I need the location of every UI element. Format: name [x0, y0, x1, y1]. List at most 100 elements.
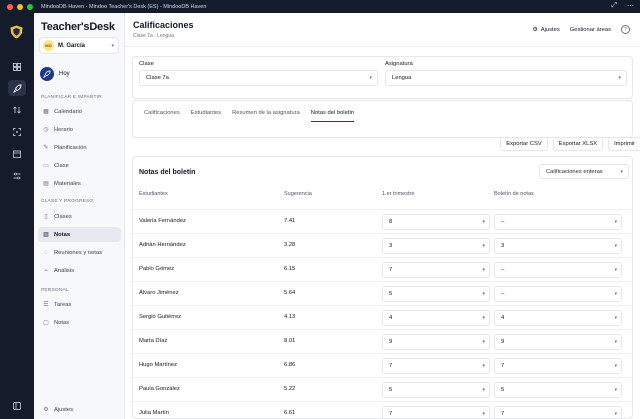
tab-subject-summary[interactable]: Resumen de la asignatura — [232, 110, 300, 122]
suggestion-value: 8.01 — [284, 338, 296, 344]
report-grade-select[interactable]: 7 ▾ — [494, 358, 622, 374]
chart-icon: ⌁ — [44, 268, 48, 274]
print-button[interactable]: Imprimir — [608, 137, 640, 151]
app-brand: Teacher'sDesk — [41, 21, 115, 33]
term1-value: 7 — [389, 363, 393, 369]
tab-report-grades[interactable]: Notas del boletín — [310, 110, 355, 122]
help-icon[interactable]: ? — [621, 25, 630, 34]
nav-label: Clase — [54, 162, 69, 169]
nav-meetings[interactable]: ◌ Reuniones y notas — [38, 245, 121, 260]
close-window-button[interactable] — [7, 3, 13, 10]
rail-calendar-icon[interactable] — [8, 146, 26, 162]
nav-planning[interactable]: ✎ Planificación — [38, 140, 121, 155]
nav-classes[interactable]: ▯ Clases — [38, 209, 121, 224]
tab-students[interactable]: Estudiantes — [191, 110, 221, 122]
subject-select-value: Lengua — [392, 75, 412, 81]
report-grade-select[interactable]: 7 ▾ — [494, 406, 622, 418]
term1-select[interactable]: 4 ▾ — [382, 310, 490, 326]
chevron-down-icon: ▾ — [111, 42, 114, 49]
nav-tasks[interactable]: ☰ Tareas — [38, 297, 121, 312]
report-grade-select[interactable]: 9 ▾ — [494, 334, 622, 350]
gear-icon: ⚙ — [43, 407, 49, 413]
rail-sliders-icon[interactable] — [8, 168, 26, 184]
rail-transfer-icon[interactable] — [8, 102, 26, 118]
nav-class[interactable]: ▭ Clase — [38, 158, 121, 173]
term1-select[interactable]: 8 ▾ — [382, 214, 490, 230]
nav-calendar[interactable]: ▦ Calendario — [38, 104, 121, 119]
suggestion-value: 6.86 — [284, 362, 296, 368]
chevron-down-icon: ▾ — [482, 339, 485, 345]
nav-grades[interactable]: ▥ Notas — [38, 227, 121, 242]
suggestion-value: 5.22 — [284, 386, 296, 392]
student-name: Sergio Gutiérrez — [139, 314, 182, 320]
note-icon: ▢ — [43, 320, 49, 326]
chevron-down-icon: ▾ — [614, 387, 617, 393]
term1-select[interactable]: 7 ▾ — [382, 262, 490, 278]
term1-value: 9 — [389, 339, 393, 345]
nav-analysis[interactable]: ⌁ Análisis — [38, 263, 121, 278]
section-plan-heading: PLANIFICAR E IMPARTIR — [41, 95, 102, 100]
chevron-down-icon: ▾ — [482, 411, 485, 417]
grade-mode-select[interactable]: Calificaciones enteras ▾ — [539, 164, 629, 179]
rail-scan-icon[interactable] — [8, 124, 26, 140]
suggestion-value: 5.64 — [284, 290, 296, 296]
page-header: Calificaciones Clase 7a · Lengua ⚙ Ajust… — [125, 13, 640, 47]
term1-select[interactable]: 9 ▾ — [382, 334, 490, 350]
rail-dashboard-icon[interactable] — [8, 59, 26, 75]
student-name: Adrián Hernández — [139, 242, 186, 248]
user-menu[interactable]: MG M. García ▾ — [39, 37, 119, 54]
tab-grades[interactable]: Calificaciones — [144, 110, 180, 122]
nav-settings[interactable]: ⚙ Ajustes — [38, 402, 121, 417]
settings-button[interactable]: ⚙ Ajustes — [533, 27, 560, 33]
report-grade-select[interactable]: – ▾ — [494, 214, 622, 230]
minimize-window-button[interactable] — [17, 3, 23, 10]
chevron-down-icon: ▾ — [614, 267, 617, 273]
maximize-window-button[interactable] — [27, 3, 33, 10]
report-grade-select[interactable]: 5 ▾ — [494, 382, 622, 398]
nav-label: Reuniones y notas — [54, 249, 103, 256]
more-icon[interactable]: ⋯ — [627, 2, 634, 10]
nav-schedule[interactable]: ◷ Horario — [38, 122, 121, 137]
nav-label: Horario — [54, 126, 74, 133]
class-filter-label: Clase — [139, 61, 154, 67]
rail-collapse-icon[interactable] — [8, 398, 26, 414]
report-grade-select[interactable]: – ▾ — [494, 286, 622, 302]
term1-value: 7 — [389, 411, 393, 417]
nav-materials[interactable]: ▤ Materiales — [38, 176, 121, 191]
report-grade-select[interactable]: – ▾ — [494, 262, 622, 278]
term1-value: 5 — [389, 387, 393, 393]
chevron-down-icon: ▾ — [614, 339, 617, 345]
edit-icon: ✎ — [43, 145, 49, 151]
export-csv-button[interactable]: Exportar CSV — [500, 137, 548, 151]
manage-areas-button[interactable]: Gestionar áreas — [570, 27, 611, 33]
table-row: Hugo Martínez 6.86 7 ▾ 7 ▾ — [133, 353, 632, 377]
subject-select[interactable]: Lengua ▾ — [385, 70, 627, 86]
term1-select[interactable]: 7 ▾ — [382, 406, 490, 418]
tasks-icon: ☰ — [43, 302, 49, 308]
nav-label: Planificación — [54, 144, 87, 151]
rail-rocket-icon[interactable] — [8, 80, 26, 96]
nav-today[interactable]: Hoy — [40, 67, 70, 81]
tabs-card: Calificaciones Estudiantes Resumen de la… — [132, 100, 633, 138]
term1-select[interactable]: 3 ▾ — [382, 238, 490, 254]
term1-select[interactable]: 7 ▾ — [382, 358, 490, 374]
export-xlsx-button[interactable]: Exportar XLSX — [552, 137, 604, 151]
nav-notes[interactable]: ▢ Notas — [38, 315, 121, 330]
table-header: Estudiantes Sugerencia 1.er trimestre Bo… — [133, 188, 632, 202]
report-grade-select[interactable]: 4 ▾ — [494, 310, 622, 326]
term1-value: 4 — [389, 315, 393, 321]
term1-value: 8 — [389, 219, 393, 225]
clock-icon: ◷ — [43, 127, 49, 133]
report-grade-select[interactable]: 3 ▾ — [494, 238, 622, 254]
subject-filter-label: Asignatura — [385, 61, 413, 67]
term1-select[interactable]: 5 ▾ — [382, 382, 490, 398]
chevron-down-icon: ▾ — [369, 75, 372, 81]
term1-select[interactable]: 5 ▾ — [382, 286, 490, 302]
folder-icon: ▤ — [43, 181, 49, 187]
manage-areas-label: Gestionar áreas — [569, 26, 611, 33]
fullscreen-icon[interactable]: ⤢ — [611, 2, 617, 10]
nav-today-label: Hoy — [59, 71, 70, 77]
table-row: Valeria Fernández 7.41 8 ▾ – ▾ — [133, 209, 632, 233]
class-select[interactable]: Clase 7a ▾ — [139, 70, 378, 86]
rocket-icon — [40, 67, 54, 81]
